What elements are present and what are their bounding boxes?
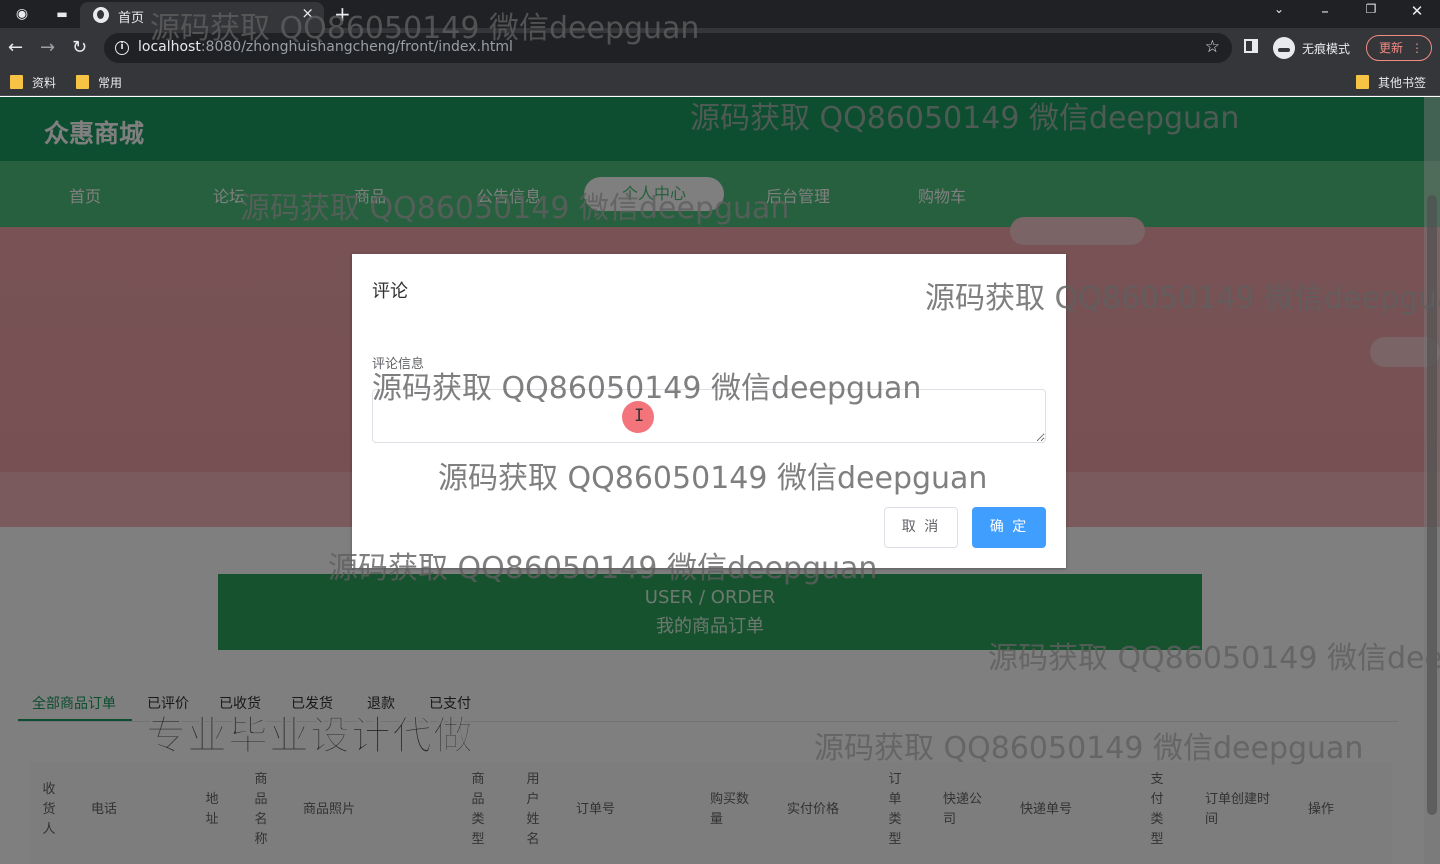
forward-icon[interactable]: → (40, 37, 55, 58)
browser-active-tab[interactable]: 首页 × (80, 2, 324, 28)
minimize-icon[interactable]: – (1310, 2, 1340, 20)
dialog-title: 评论 (372, 281, 408, 302)
browser-toolbar: ← → ↻ i localhost:8080/zhonghuishangchen… (0, 28, 1440, 68)
bookmarks-bar: 资料 常用 其他书签 (0, 68, 1440, 96)
browser-profile-icon[interactable]: ◉ (12, 4, 32, 24)
side-panel-icon[interactable] (1244, 39, 1258, 53)
confirm-button[interactable]: 确 定 (972, 507, 1046, 548)
tab-title: 首页 (118, 11, 145, 26)
address-bar[interactable]: i localhost:8080/zhonghuishangcheng/fron… (104, 33, 1232, 63)
more-menu-icon: ⋮ (1411, 41, 1423, 55)
bookmark-star-icon[interactable]: ☆ (1205, 37, 1220, 57)
site-info-icon[interactable]: i (115, 41, 129, 55)
globe-icon (93, 7, 109, 23)
back-icon[interactable]: ← (8, 37, 23, 58)
bookmark-folder-changyong[interactable]: 常用 (76, 74, 122, 91)
tab-search-icon[interactable]: ▬ (52, 4, 72, 24)
tab-close-icon[interactable]: × (301, 4, 314, 22)
comment-dialog: 评论 评论信息 I 取 消 确 定 (352, 254, 1066, 568)
restore-icon[interactable]: ❐ (1356, 2, 1386, 16)
new-tab-button[interactable]: + (334, 2, 351, 26)
bookmark-folder-other[interactable]: 其他书签 (1356, 74, 1426, 91)
incognito-label: 无痕模式 (1302, 42, 1351, 56)
comment-textarea[interactable] (372, 389, 1046, 443)
cancel-button[interactable]: 取 消 (884, 507, 958, 548)
tab-dropdown-icon[interactable]: ⌄ (1264, 2, 1294, 16)
update-button[interactable]: 更新 ⋮ (1366, 35, 1432, 61)
browser-tab-strip: ◉ ▬ 首页 × + ⌄ – ❐ ✕ (0, 0, 1440, 28)
update-label: 更新 (1379, 41, 1404, 55)
text-cursor-icon: I (634, 406, 645, 426)
incognito-icon (1273, 37, 1295, 59)
url-text[interactable]: localhost:8080/zhonghuishangcheng/front/… (138, 39, 513, 55)
window-close-icon[interactable]: ✕ (1402, 2, 1432, 20)
bookmark-folder-ziliao[interactable]: 资料 (10, 74, 56, 91)
reload-icon[interactable]: ↻ (72, 37, 87, 58)
comment-field-label: 评论信息 (372, 357, 425, 372)
